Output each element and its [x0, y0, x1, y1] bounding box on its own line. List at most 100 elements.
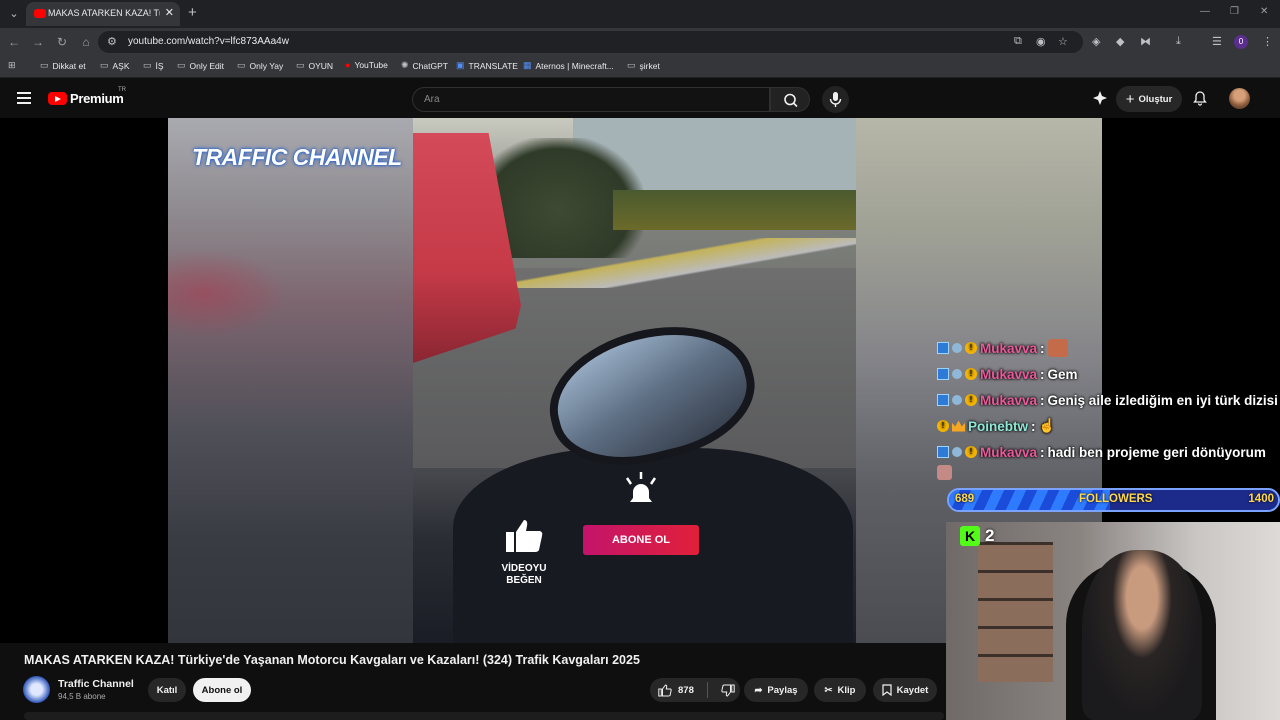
download-icon[interactable]: ⤓ — [1176, 35, 1181, 48]
badge-icon — [937, 446, 949, 458]
share-button[interactable]: ➦ Paylaş — [744, 678, 808, 702]
back-icon[interactable]: ← — [6, 34, 22, 50]
reload-icon[interactable]: ↻ — [54, 34, 70, 50]
extension-icon[interactable]: ◆ — [1116, 35, 1124, 48]
bookmark-item[interactable]: ▭ şirket — [627, 60, 660, 71]
badge-icon — [937, 394, 949, 406]
video-blurred-background — [168, 118, 413, 643]
like-cta-text: VİDEOYU BEĞEN — [501, 563, 547, 586]
bookmark-item[interactable]: ● YouTube — [345, 60, 388, 70]
clip-button[interactable]: ✂ Klip — [814, 678, 866, 702]
extensions-puzzle-icon[interactable]: ⧓ — [1140, 35, 1151, 48]
badge-icon — [937, 342, 949, 354]
kick-viewer-badge: K 2 — [960, 526, 994, 546]
subscribe-button[interactable]: Abone ol — [193, 678, 251, 702]
window-close-icon[interactable]: ✕ — [1260, 6, 1268, 17]
extension-icon[interactable]: ◈ — [1092, 35, 1100, 48]
translate-icon: ▣ — [456, 60, 465, 70]
country-code: TR — [118, 87, 126, 93]
user-avatar[interactable] — [1229, 88, 1250, 109]
followers-current: 689 — [955, 493, 975, 505]
bookmark-icon — [882, 684, 892, 696]
site-info-icon[interactable]: ⚙ — [107, 35, 117, 48]
badge-icon: ! — [965, 446, 977, 458]
chat-text: hadi ben projeme geri dönüyorum — [1047, 444, 1266, 460]
divider — [706, 682, 708, 698]
home-icon[interactable]: ⌂ — [78, 34, 94, 50]
youtube-header: Premium TR + Oluştur — [0, 80, 1280, 118]
crown-badge-icon — [952, 420, 965, 432]
new-tab-button[interactable]: + — [188, 4, 197, 21]
tab-close-icon[interactable]: ✕ — [165, 6, 174, 19]
like-cta: VİDEOYU BEĞEN — [493, 518, 555, 587]
install-app-icon[interactable]: ⧉ — [1014, 35, 1022, 48]
bookmark-item[interactable]: ▣ TRANSLATE — [456, 60, 518, 71]
youtube-logo-icon — [48, 92, 67, 105]
dislike-icon[interactable] — [721, 684, 735, 697]
profile-avatar[interactable]: 0 — [1234, 35, 1248, 49]
bookmark-item[interactable]: ▭ Only Edit — [177, 60, 224, 71]
youtube-premium-logo[interactable]: Premium TR — [48, 87, 126, 106]
media-control-icon[interactable]: ☰ — [1212, 35, 1222, 48]
channel-name[interactable]: Traffic Channel — [58, 678, 134, 690]
chat-text: Gem — [1047, 366, 1078, 382]
channel-avatar[interactable] — [23, 676, 50, 703]
chat-message: ! Mukavva: hadi ben projeme geri dönüyor… — [937, 442, 1266, 462]
bookmark-item[interactable]: ▭ AŞK — [100, 60, 130, 71]
bookmark-item[interactable]: ▭ Only Yay — [237, 60, 283, 71]
like-button[interactable]: 878 — [658, 683, 694, 697]
forward-icon[interactable]: → — [30, 34, 46, 50]
voice-search-button[interactable] — [822, 86, 849, 113]
chat-username: Poinebtw — [968, 418, 1028, 434]
chat-message: ! Mukavva: Gem — [937, 364, 1078, 384]
search-icon — [784, 93, 798, 108]
badge-icon — [952, 343, 962, 353]
search-input[interactable] — [424, 94, 744, 105]
folder-icon: ▭ — [296, 60, 305, 70]
video-frame: VİDEOYU BEĞEN ABONE OL — [413, 118, 856, 643]
tab-search-button[interactable]: ⌄ — [4, 4, 24, 24]
eye-off-icon[interactable]: ◉ — [1036, 35, 1046, 48]
kick-viewer-count: 2 — [985, 526, 995, 545]
emote-icon — [937, 464, 952, 480]
menu-hamburger-icon[interactable] — [17, 92, 31, 104]
youtube-favicon-icon — [34, 9, 46, 18]
description-box-edge — [24, 712, 944, 720]
bookmark-item[interactable]: ▭ Dikkat et — [40, 60, 86, 71]
ai-sparkle-icon[interactable] — [1092, 90, 1108, 106]
search-button[interactable] — [770, 87, 810, 112]
chat-username: Mukavva — [980, 392, 1038, 408]
notification-bell-cta-icon — [625, 472, 657, 502]
folder-icon: ▭ — [143, 60, 152, 70]
notifications-bell-icon[interactable] — [1192, 90, 1208, 106]
subscribe-cta: ABONE OL — [583, 525, 699, 555]
browser-tab[interactable]: MAKAS ATARKEN KAZA! Türkiye ✕ — [26, 2, 180, 26]
badge-icon — [952, 369, 962, 379]
like-icon — [658, 683, 672, 696]
apps-grid-icon[interactable]: ⊞ — [8, 60, 16, 71]
join-button[interactable]: Katıl — [148, 678, 186, 702]
emote-icon — [1047, 339, 1068, 357]
create-button[interactable]: + Oluştur — [1116, 86, 1182, 112]
bookmark-star-icon[interactable]: ☆ — [1058, 35, 1068, 48]
address-bar[interactable]: ⚙ youtube.com/watch?v=lfc873AAa4w ⧉ ◉ ☆ — [98, 31, 1083, 53]
search-box[interactable] — [412, 87, 770, 112]
chat-message: ! Mukavva: Geniş aile izlediğim en iyi t… — [937, 390, 1278, 410]
chat-username: Mukavva — [980, 444, 1038, 460]
menu-kebab-icon[interactable]: ⋮ — [1262, 35, 1273, 48]
maximize-icon[interactable]: ❐ — [1230, 6, 1239, 17]
browser-toolbar: ← → ↻ ⌂ ⚙ youtube.com/watch?v=lfc873AAa4… — [0, 28, 1280, 56]
bookmark-item[interactable]: ▭ OYUN — [296, 60, 333, 71]
minimize-icon[interactable]: — — [1200, 6, 1210, 17]
chat-message-partial — [937, 462, 952, 482]
bookmark-item[interactable]: ▦ Aternos | Minecraft... — [523, 60, 614, 71]
bookmark-item[interactable]: ✺ ChatGPT — [401, 60, 448, 71]
badge-icon — [952, 447, 962, 457]
bookmark-item[interactable]: ▭ İŞ — [143, 60, 164, 71]
badge-icon: ! — [965, 394, 977, 406]
like-count: 878 — [678, 684, 694, 696]
badge-icon: ! — [965, 368, 977, 380]
chat-username: Mukavva — [980, 340, 1038, 356]
save-button[interactable]: Kaydet — [873, 678, 937, 702]
address-url[interactable]: youtube.com/watch?v=lfc873AAa4w — [128, 36, 289, 47]
